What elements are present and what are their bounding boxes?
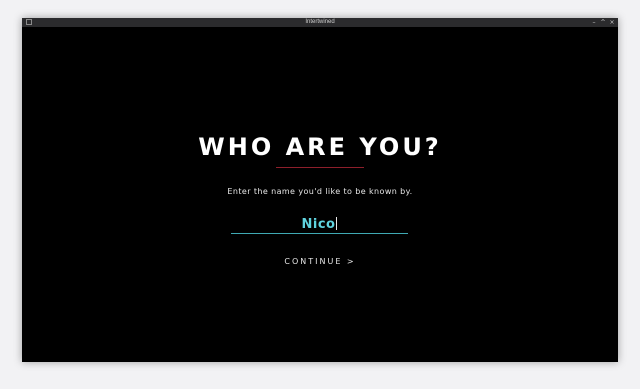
page-title: WHO ARE YOU? (198, 133, 442, 161)
window-controls: – ^ × (591, 18, 615, 27)
instruction-text: Enter the name you'd like to be known by… (227, 187, 413, 196)
text-caret (336, 217, 338, 230)
desktop: Intertwined – ^ × WHO ARE YOU? Enter the… (0, 0, 640, 389)
close-icon[interactable]: × (609, 19, 615, 26)
name-input-value: Nico (301, 217, 336, 232)
minimize-icon[interactable]: – (591, 19, 597, 26)
heading-divider (276, 167, 364, 168)
title-bar[interactable]: Intertwined – ^ × (22, 18, 618, 27)
maximize-icon[interactable]: ^ (600, 19, 606, 26)
continue-button[interactable]: CONTINUE > (22, 256, 618, 268)
continue-label: CONTINUE > (284, 257, 356, 266)
name-input[interactable]: Nico (231, 213, 408, 234)
window-title: Intertwined (305, 19, 335, 25)
name-entry-screen: WHO ARE YOU? Enter the name you'd like t… (22, 27, 618, 362)
app-window: Intertwined – ^ × WHO ARE YOU? Enter the… (22, 18, 618, 362)
